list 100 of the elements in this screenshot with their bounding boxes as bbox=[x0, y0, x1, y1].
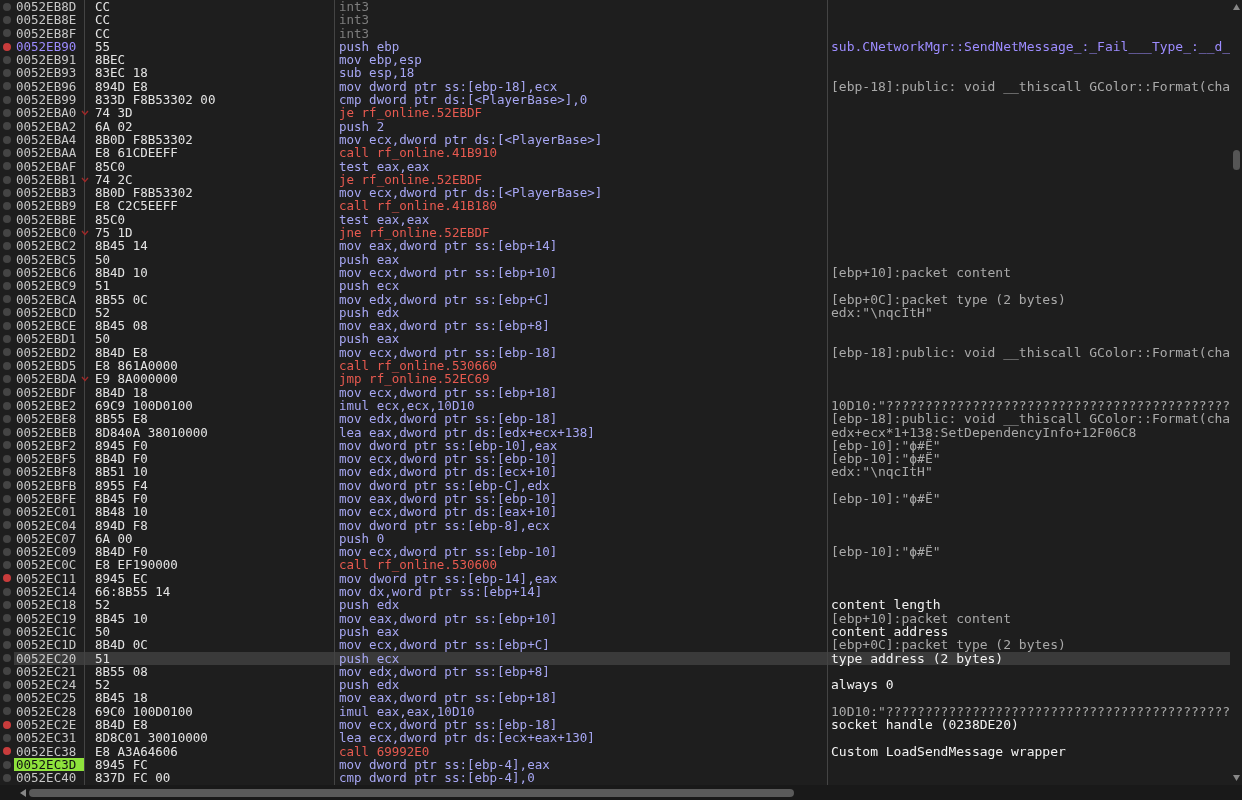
breakpoint-dot[interactable] bbox=[3, 228, 11, 237]
scroll-thumb[interactable] bbox=[29, 788, 794, 797]
address-cell[interactable]: 0052EB8F bbox=[14, 26, 85, 40]
address-cell[interactable]: 0052EBCE bbox=[14, 319, 85, 333]
breakpoint-dot[interactable] bbox=[3, 29, 11, 38]
scroll-thumb[interactable] bbox=[1233, 150, 1241, 170]
breakpoint-dot[interactable] bbox=[3, 361, 11, 370]
breakpoint-dot[interactable] bbox=[3, 534, 11, 543]
breakpoint-dot[interactable] bbox=[3, 494, 11, 503]
breakpoint-dot[interactable] bbox=[3, 561, 11, 570]
breakpoint-dot[interactable] bbox=[3, 242, 11, 250]
breakpoint-dot[interactable] bbox=[3, 281, 11, 290]
address-cell[interactable]: 0052EC1C bbox=[14, 624, 85, 639]
breakpoint-dot[interactable] bbox=[3, 601, 11, 609]
breakpoint-dot[interactable] bbox=[3, 760, 11, 769]
breakpoint-dot[interactable] bbox=[3, 720, 11, 729]
address-cell[interactable]: 0052EBB1 bbox=[14, 172, 85, 187]
address-cell[interactable]: 0052EBAF bbox=[14, 159, 85, 173]
address-cell[interactable]: 0052EC3D bbox=[14, 757, 85, 772]
address-cell[interactable]: 0052EBF8 bbox=[14, 465, 85, 479]
address-cell[interactable]: 0052EC40 bbox=[14, 771, 85, 785]
scroll-down-arrow-icon[interactable] bbox=[1233, 775, 1241, 781]
breakpoint-dot[interactable] bbox=[3, 428, 11, 437]
address-cell[interactable]: 0052EBCA bbox=[14, 292, 85, 306]
breakpoint-dot[interactable] bbox=[3, 587, 11, 596]
breakpoint-dot[interactable] bbox=[3, 388, 11, 397]
address-cell[interactable]: 0052EC38 bbox=[14, 744, 85, 758]
breakpoint-dot[interactable] bbox=[3, 348, 11, 357]
breakpoint-dot[interactable] bbox=[3, 321, 11, 330]
breakpoint-dot[interactable] bbox=[3, 175, 11, 184]
address-cell[interactable]: 0052EC18 bbox=[14, 598, 85, 612]
breakpoint-dot[interactable] bbox=[3, 454, 11, 463]
address-cell[interactable]: 0052EBB3 bbox=[14, 186, 85, 200]
address-cell[interactable]: 0052EC11 bbox=[14, 571, 85, 586]
address-cell[interactable]: 0052EBFE bbox=[14, 492, 85, 506]
breakpoint-dot[interactable] bbox=[3, 521, 11, 530]
address-cell[interactable]: 0052EB91 bbox=[14, 53, 85, 67]
address-cell[interactable]: 0052EB96 bbox=[14, 79, 85, 94]
breakpoint-dot[interactable] bbox=[3, 2, 11, 11]
breakpoint-dot[interactable] bbox=[3, 162, 11, 171]
breakpoint-dot[interactable] bbox=[3, 95, 11, 104]
breakpoint-dot[interactable] bbox=[3, 122, 11, 131]
address-cell[interactable]: 0052EBF2 bbox=[14, 438, 85, 453]
address-cell[interactable]: 0052EBC5 bbox=[14, 252, 85, 266]
address-cell[interactable]: 0052EBF5 bbox=[14, 452, 85, 466]
address-cell[interactable]: 0052EB99 bbox=[14, 93, 85, 107]
address-cell[interactable]: 0052EC14 bbox=[14, 585, 85, 599]
breakpoint-dot[interactable] bbox=[3, 188, 11, 197]
breakpoint-dot[interactable] bbox=[3, 69, 11, 78]
breakpoint-dot[interactable] bbox=[3, 507, 11, 516]
address-cell[interactable]: 0052EB93 bbox=[14, 66, 85, 80]
address-cell[interactable]: 0052EBFB bbox=[14, 478, 85, 492]
address-cell[interactable]: 0052EC01 bbox=[14, 505, 85, 519]
breakpoint-dot[interactable] bbox=[3, 574, 11, 583]
breakpoint-dot[interactable] bbox=[3, 414, 11, 423]
breakpoint-dot[interactable] bbox=[3, 335, 11, 344]
address-cell[interactable]: 0052EC09 bbox=[14, 545, 85, 559]
address-cell[interactable]: 0052EC0C bbox=[14, 558, 85, 572]
breakpoint-dot[interactable] bbox=[3, 547, 11, 556]
breakpoint-dot[interactable] bbox=[3, 401, 11, 410]
breakpoint-dot[interactable] bbox=[3, 15, 11, 24]
breakpoint-dot[interactable] bbox=[3, 481, 11, 490]
breakpoint-dot[interactable] bbox=[3, 680, 11, 689]
address-cell[interactable]: 0052EBA2 bbox=[14, 119, 85, 133]
address-cell[interactable]: 0052EC28 bbox=[14, 704, 85, 719]
address-cell[interactable]: 0052EBA0 bbox=[14, 106, 85, 120]
address-cell[interactable]: 0052EBE2 bbox=[14, 398, 85, 413]
breakpoint-dot[interactable] bbox=[3, 374, 11, 383]
address-cell[interactable]: 0052EBBE bbox=[14, 212, 85, 227]
address-cell[interactable]: 0052EC07 bbox=[14, 531, 85, 546]
address-cell[interactable]: 0052EBC0 bbox=[14, 226, 85, 240]
address-cell[interactable]: 0052EBEB bbox=[14, 425, 85, 439]
breakpoint-dot[interactable] bbox=[3, 215, 11, 224]
breakpoint-dot[interactable] bbox=[3, 773, 11, 782]
address-cell[interactable]: 0052EB8E bbox=[14, 13, 85, 27]
address-cell[interactable]: 0052EBCD bbox=[14, 305, 85, 320]
address-cell[interactable]: 0052EBA4 bbox=[14, 132, 85, 147]
address-cell[interactable]: 0052EC04 bbox=[14, 518, 85, 532]
scroll-up-arrow-icon[interactable] bbox=[1233, 4, 1241, 10]
horizontal-scrollbar[interactable] bbox=[0, 785, 1242, 800]
breakpoint-dot[interactable] bbox=[3, 202, 11, 211]
address-cell[interactable]: 0052EC25 bbox=[14, 691, 85, 705]
breakpoint-dot[interactable] bbox=[3, 82, 11, 91]
breakpoint-dot[interactable] bbox=[3, 640, 11, 649]
address-cell[interactable]: 0052EBE8 bbox=[14, 412, 85, 426]
breakpoint-dot[interactable] bbox=[3, 42, 11, 51]
breakpoint-dot[interactable] bbox=[3, 295, 11, 304]
address-cell[interactable]: 0052EBC6 bbox=[14, 265, 85, 280]
address-cell[interactable]: 0052EC20 bbox=[14, 651, 85, 665]
breakpoint-dot[interactable] bbox=[3, 441, 11, 450]
address-cell[interactable]: 0052EBDF bbox=[14, 385, 85, 399]
address-cell[interactable]: 0052EB8D bbox=[14, 0, 85, 14]
address-cell[interactable]: 0052EBD2 bbox=[14, 345, 85, 359]
breakpoint-dot[interactable] bbox=[3, 255, 11, 264]
address-cell[interactable]: 0052EBC2 bbox=[14, 239, 85, 253]
address-cell[interactable]: 0052EB90 bbox=[14, 39, 85, 54]
breakpoint-dot[interactable] bbox=[3, 268, 11, 277]
address-cell[interactable]: 0052EBDA bbox=[14, 372, 85, 386]
breakpoint-dot[interactable] bbox=[3, 733, 11, 742]
address-cell[interactable]: 0052EBC9 bbox=[14, 279, 85, 293]
